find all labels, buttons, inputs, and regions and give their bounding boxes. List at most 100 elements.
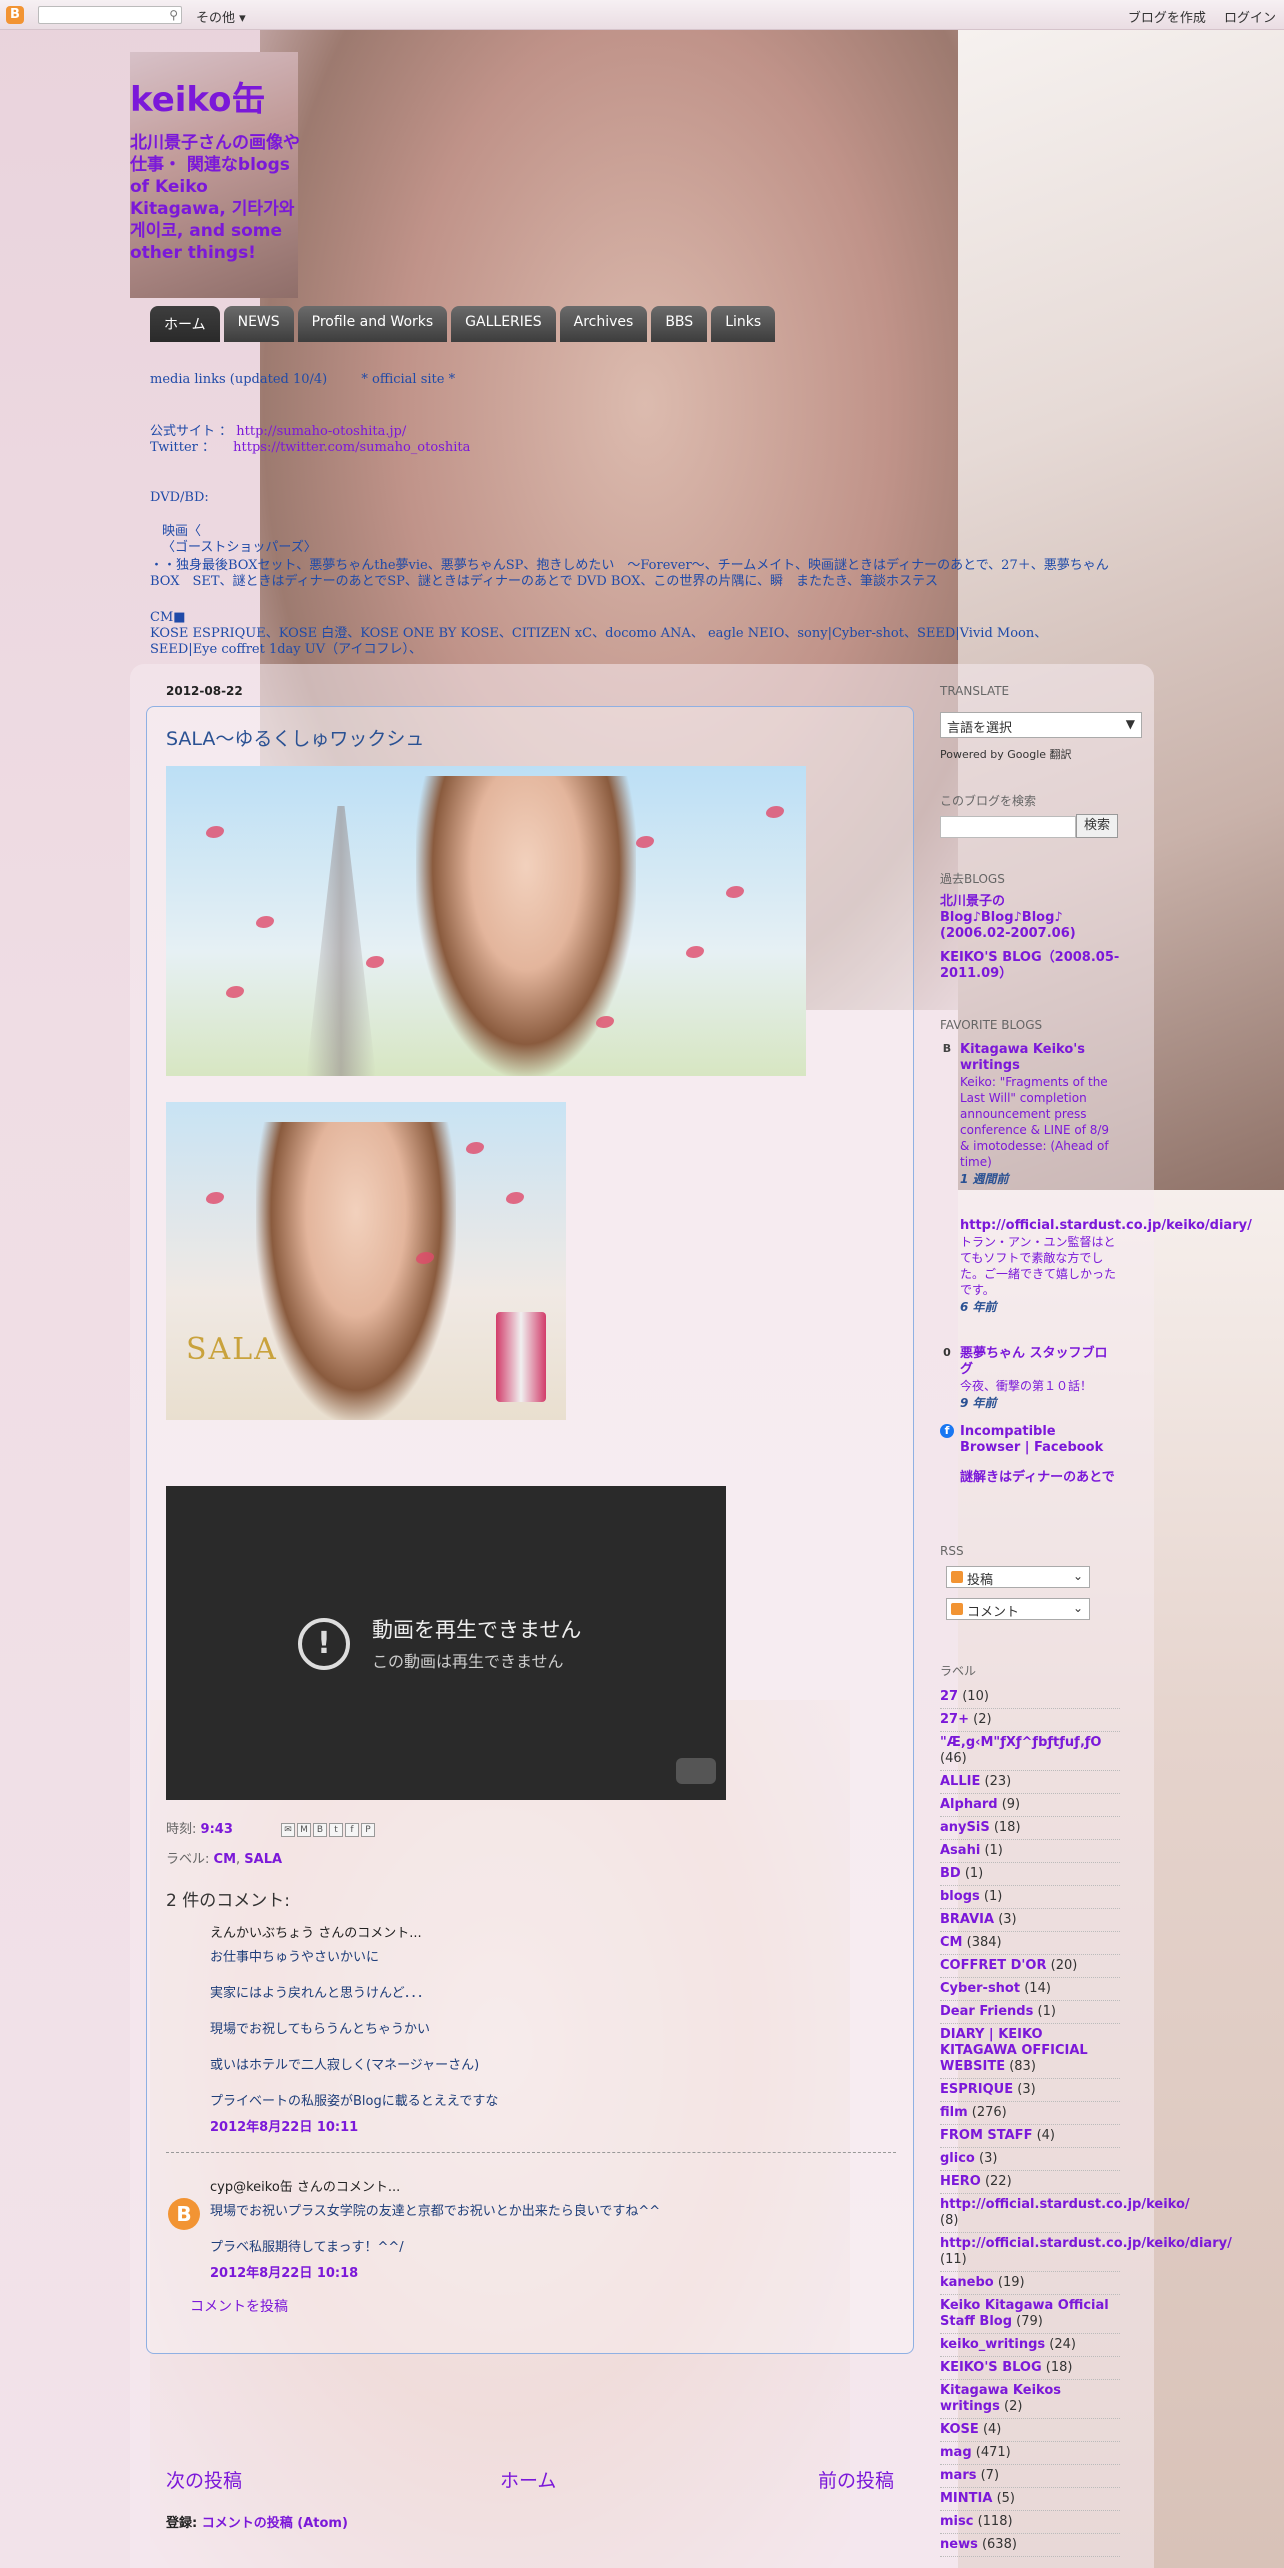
label-link-cm[interactable]: CM — [214, 1852, 236, 1867]
media-links-line: media links (updated 10/4) * official si… — [150, 372, 455, 388]
favorite-blog-name[interactable]: Kitagawa Keiko's writings — [960, 1042, 1120, 1074]
label-link[interactable]: CM — [940, 1935, 962, 1950]
older-post-link[interactable]: 前の投稿 — [818, 2466, 894, 2493]
label-link[interactable]: mars — [940, 2468, 976, 2483]
label-count: (83) — [1009, 2059, 1036, 2074]
label-link[interactable]: Kitagawa Keikos writings — [940, 2383, 1061, 2414]
label-link[interactable]: KEIKO'S BLOG — [940, 2360, 1042, 2375]
chevron-down-icon: ⌄ — [1072, 1601, 1083, 1615]
label-link[interactable]: 27 — [940, 1689, 958, 1704]
youtube-icon[interactable] — [676, 1758, 716, 1784]
rss-comments-select[interactable]: コメント ⌄ — [946, 1598, 1090, 1620]
facebook-share-icon[interactable]: f — [345, 1822, 360, 1837]
tab-profile[interactable]: Profile and Works — [297, 306, 448, 342]
label-link[interactable]: blogs — [940, 1889, 980, 1904]
favorite-blog-post[interactable]: トラン・アン・ユン監督はとてもソフトで素敵な方でした。ご一緒できて嬉しかったです… — [960, 1234, 1120, 1298]
label-link[interactable]: MINTIA — [940, 2491, 992, 2506]
label-link[interactable]: KOSE — [940, 2422, 979, 2437]
favorite-blog-post[interactable]: Keiko: "Fragments of the Last Will" comp… — [960, 1074, 1120, 1170]
label-link[interactable]: HERO — [940, 2174, 981, 2189]
label-link[interactable]: misc — [940, 2514, 973, 2529]
rss-posts-select[interactable]: 投稿 ⌄ — [946, 1566, 1090, 1588]
label-link[interactable]: Alphard — [940, 1797, 998, 1812]
blogthis-icon[interactable]: B — [313, 1822, 328, 1837]
label-count: (8) — [940, 2213, 959, 2228]
comment-date-link[interactable]: 2012年8月22日 10:11 — [210, 2116, 358, 2135]
pinterest-share-icon[interactable]: P — [361, 1822, 376, 1837]
more-menu[interactable]: その他 ▾ — [196, 7, 246, 26]
labels-label: ラベル: — [166, 1852, 210, 1867]
label-link[interactable]: Cyber-shot — [940, 1981, 1020, 1996]
label-link[interactable]: kanebo — [940, 2275, 994, 2290]
label-link[interactable]: news — [940, 2537, 978, 2552]
label-item: glico (3) — [940, 2148, 1120, 2171]
blog-search-button[interactable]: 検索 — [1076, 814, 1118, 838]
comment-date-link[interactable]: 2012年8月22日 10:18 — [210, 2262, 358, 2281]
search-icon[interactable]: ⚲ — [169, 8, 178, 22]
translate-select[interactable]: 言語を選択 ▼ — [940, 712, 1142, 738]
label-link[interactable]: ESPRIQUE — [940, 2082, 1013, 2097]
label-link[interactable]: BRAVIA — [940, 1912, 994, 1927]
label-link[interactable]: Dear Friends — [940, 2004, 1033, 2019]
label-link[interactable]: http://official.stardust.co.jp/keiko/dia… — [940, 2236, 1232, 2251]
label-link[interactable]: mag — [940, 2445, 972, 2460]
label-link[interactable]: film — [940, 2105, 968, 2120]
newer-post-link[interactable]: 次の投稿 — [166, 2466, 242, 2493]
powered-by-google[interactable]: Powered by Google 翻訳 — [940, 746, 1072, 762]
favorite-blog-name[interactable]: http://official.stardust.co.jp/keiko/dia… — [960, 1218, 1252, 1234]
label-link[interactable]: Asahi — [940, 1843, 980, 1858]
facebook-icon: f — [940, 1424, 954, 1438]
blogger-logo-icon[interactable]: B — [6, 6, 24, 24]
favorite-blog-name[interactable]: 謎解きはディナーのあとで — [960, 1470, 1120, 1486]
label-link[interactable]: BD — [940, 1866, 961, 1881]
label-link[interactable]: glico — [940, 2151, 975, 2166]
label-link[interactable]: http://official.stardust.co.jp/keiko/ — [940, 2197, 1190, 2212]
tab-bbs[interactable]: BBS — [651, 306, 708, 342]
tab-links[interactable]: Links — [711, 306, 776, 342]
video-player[interactable]: ! 動画を再生できません この動画は再生できません — [166, 1486, 726, 1800]
home-link[interactable]: ホーム — [500, 2466, 556, 2493]
label-link[interactable]: 27+ — [940, 1712, 969, 1727]
twitter-url-link[interactable]: https://twitter.com/sumaho_otoshita — [233, 440, 470, 455]
search-title: このブログを検索 — [940, 794, 1037, 808]
login-link[interactable]: ログイン — [1224, 11, 1276, 26]
favorite-blog-post[interactable]: 今夜、衝撃の第１０話！ — [960, 1378, 1120, 1394]
post-labels-row: ラベル: CM, SALA — [166, 1848, 282, 1867]
favorite-blog-name[interactable]: 悪夢ちゃん スタッフブログ — [960, 1346, 1120, 1378]
past-blog-link-2[interactable]: KEIKO'S BLOG（2008.05-2011.09） — [940, 950, 1120, 982]
post-time-link[interactable]: 9:43 — [201, 1822, 233, 1837]
post-image-2[interactable]: SALA — [166, 1102, 566, 1420]
label-item: Alphard (9) — [940, 1794, 1120, 1817]
tab-news[interactable]: NEWS — [223, 306, 294, 342]
tab-archives[interactable]: Archives — [559, 306, 648, 342]
post-comment-link[interactable]: コメントを投稿 — [190, 2296, 288, 2316]
tab-galleries[interactable]: GALLERIES — [451, 306, 556, 342]
tab-home[interactable]: ホーム — [150, 306, 220, 342]
navbar-search-input[interactable]: ⚲ — [38, 6, 182, 24]
label-link[interactable]: "Æ,g‹M"ƒXƒ^ƒbƒtƒuƒ‚ƒO — [940, 1735, 1101, 1750]
twitter-share-icon[interactable]: t — [329, 1822, 344, 1837]
label-link[interactable]: keiko_writings — [940, 2337, 1045, 2352]
post-title[interactable]: SALA～ゆるくしゅワックシュ — [166, 724, 424, 751]
email-post-icon[interactable]: ✉ — [281, 1822, 296, 1837]
label-link[interactable]: ALLIE — [940, 1774, 980, 1789]
create-blog-link[interactable]: ブログを作成 — [1128, 11, 1206, 26]
petal — [766, 806, 784, 818]
label-item: KOSE (4) — [940, 2419, 1120, 2442]
official-url-link[interactable]: http://sumaho-otoshita.jp/ — [236, 424, 406, 439]
official-site-link[interactable]: * official site * — [361, 372, 455, 387]
label-link[interactable]: COFFRET D'OR — [940, 1958, 1046, 1973]
label-count: (9) — [1001, 1797, 1021, 1812]
dvd-label: DVD/BD: — [150, 490, 209, 505]
blog-search-input[interactable] — [940, 816, 1076, 838]
subscribe-atom-link[interactable]: コメントの投稿 (Atom) — [202, 2516, 348, 2531]
blog-title[interactable]: keiko缶 — [130, 72, 265, 121]
label-item: http://official.stardust.co.jp/keiko/dia… — [940, 2233, 1232, 2272]
label-link-sala[interactable]: SALA — [244, 1852, 282, 1867]
past-blog-link-1[interactable]: 北川景子の Blog♪Blog♪Blog♪ (2006.02-2007.06) — [940, 894, 1120, 942]
favorite-blog-name[interactable]: Incompatible Browser | Facebook — [960, 1424, 1120, 1456]
label-link[interactable]: FROM STAFF — [940, 2128, 1032, 2143]
email-share-icon[interactable]: M — [297, 1822, 312, 1837]
label-link[interactable]: anySiS — [940, 1820, 990, 1835]
post-image-1[interactable] — [166, 766, 806, 1076]
